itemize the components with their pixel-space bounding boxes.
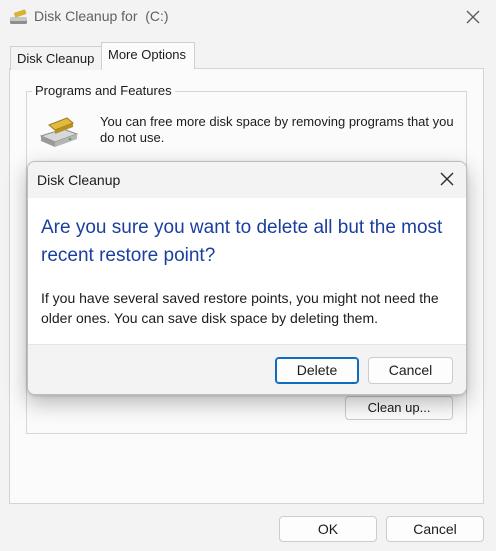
dialog-cancel-button[interactable]: Cancel xyxy=(368,357,453,384)
cancel-button[interactable]: Cancel xyxy=(386,516,484,542)
delete-button[interactable]: Delete xyxy=(275,357,359,384)
dialog-close-icon[interactable] xyxy=(436,168,458,190)
window-title: Disk Cleanup for (C:) xyxy=(34,8,169,24)
disk-cleanup-app-icon xyxy=(10,9,27,24)
tab-more-options[interactable]: More Options xyxy=(101,42,195,69)
dialog-message: If you have several saved restore points… xyxy=(41,290,439,326)
close-icon[interactable] xyxy=(462,6,484,28)
dialog-title: Disk Cleanup xyxy=(37,172,121,188)
ok-button[interactable]: OK xyxy=(279,516,377,542)
tab-disk-cleanup[interactable]: Disk Cleanup xyxy=(10,46,102,70)
clean-up-button[interactable]: Clean up... xyxy=(345,396,453,420)
programs-drive-icon xyxy=(39,117,79,147)
confirm-dialog: Disk Cleanup Are you sure you want to de… xyxy=(27,161,467,395)
group-title: Programs and Features xyxy=(32,83,175,98)
dialog-heading: Are you sure you want to delete all but … xyxy=(41,217,443,266)
programs-description: You can free more disk space by removing… xyxy=(100,114,454,145)
